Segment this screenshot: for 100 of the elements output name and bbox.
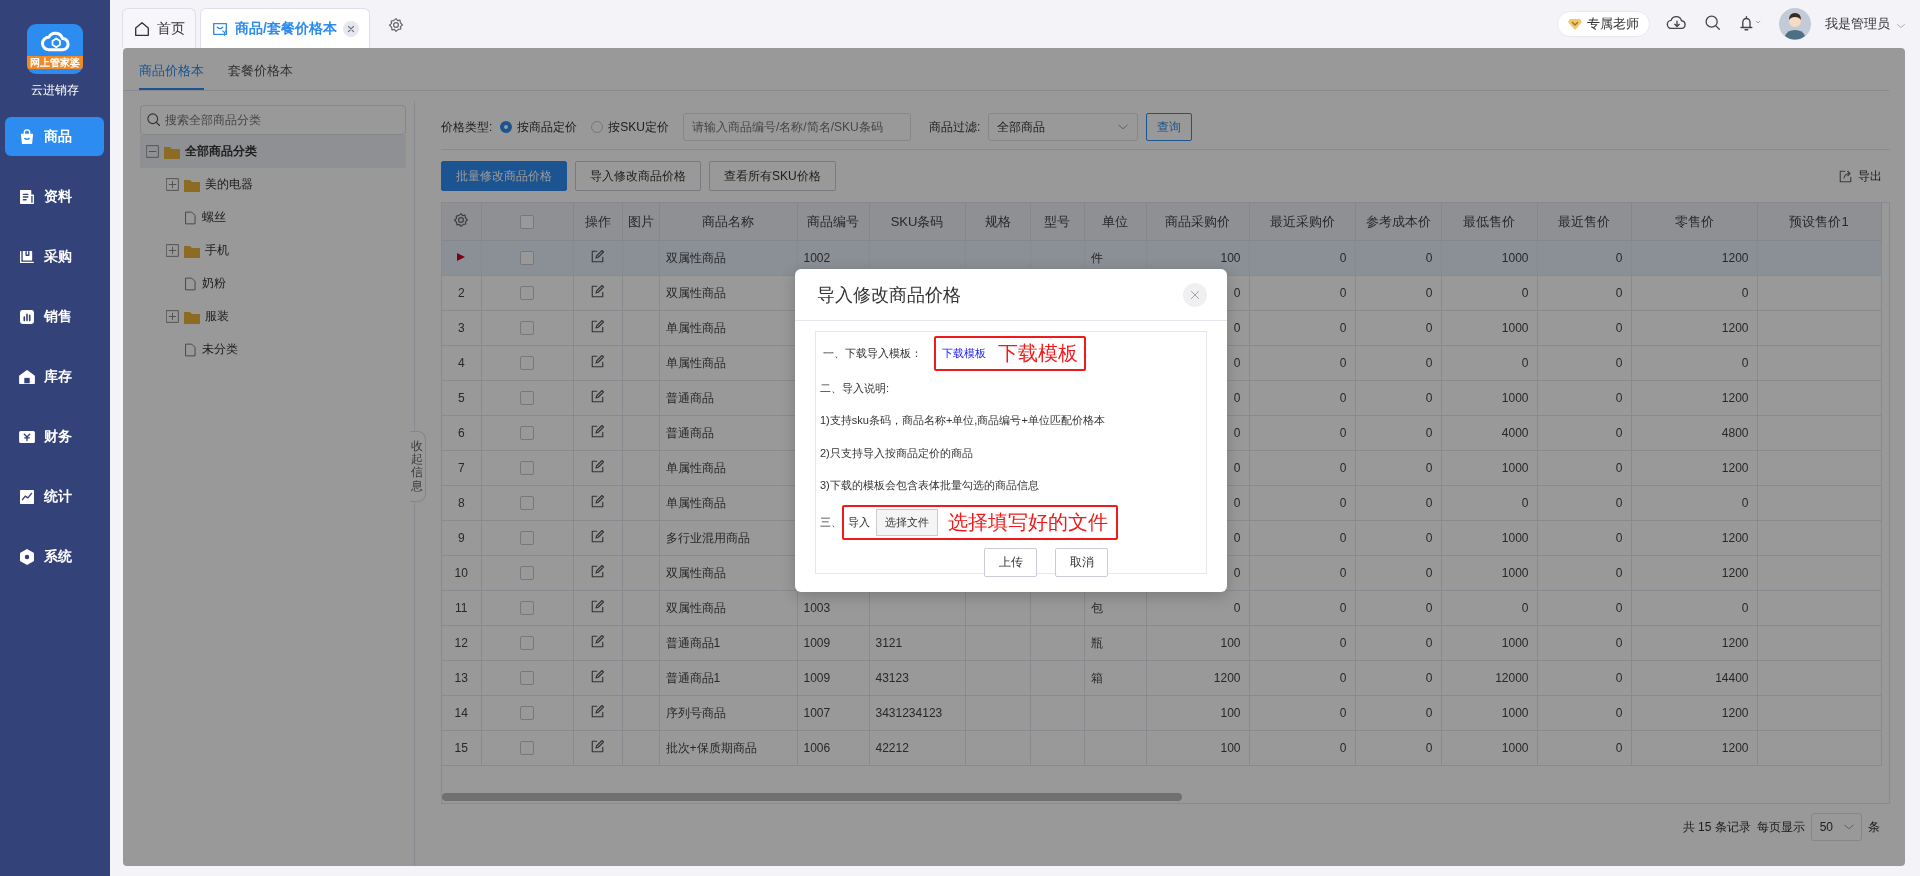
checkbox[interactable]	[520, 601, 534, 616]
edit-icon[interactable]	[590, 494, 605, 509]
nav-item[interactable]: 销售	[5, 297, 104, 336]
checkbox[interactable]	[520, 251, 534, 266]
file-icon	[184, 276, 197, 291]
table-cell: 1000	[1441, 240, 1537, 276]
search-icon	[146, 112, 161, 127]
checkbox[interactable]	[520, 636, 534, 651]
expand-icon[interactable]	[166, 310, 179, 323]
edit-icon[interactable]	[590, 424, 605, 439]
checkbox[interactable]	[520, 215, 534, 230]
checkbox[interactable]	[520, 286, 534, 301]
page-tab[interactable]: 商品/套餐价格本	[200, 8, 370, 48]
tree-item[interactable]: 手机	[140, 234, 406, 267]
avatar	[1779, 8, 1811, 40]
collapse-icon[interactable]	[146, 145, 159, 158]
checkbox[interactable]	[520, 356, 534, 371]
table-cell: 0	[1249, 625, 1355, 661]
checkbox[interactable]	[520, 391, 534, 406]
checkbox[interactable]	[520, 566, 534, 581]
nav-item[interactable]: 商品	[5, 117, 104, 156]
table-cell: 100	[1146, 695, 1249, 731]
nav-item[interactable]: 财务	[5, 417, 104, 456]
expand-icon[interactable]	[166, 178, 179, 191]
radio-option[interactable]: 按SKU定价	[591, 118, 670, 136]
nav-item[interactable]: 库存	[5, 357, 104, 396]
tree-item[interactable]: 螺丝	[140, 201, 406, 234]
collapse-tab[interactable]: 收起信息	[410, 431, 426, 502]
edit-icon[interactable]	[590, 669, 605, 684]
checkbox[interactable]	[520, 496, 534, 511]
checkbox[interactable]	[520, 321, 534, 336]
checkbox[interactable]	[520, 531, 534, 546]
edit-icon[interactable]	[590, 249, 605, 264]
table-cell: 1200	[1631, 695, 1757, 731]
tree-item[interactable]: 服装	[140, 300, 406, 333]
close-icon[interactable]	[342, 20, 359, 37]
checkbox[interactable]	[520, 741, 534, 756]
dialog-button[interactable]: 上传	[984, 548, 1037, 577]
edit-icon[interactable]	[590, 459, 605, 474]
checkbox[interactable]	[520, 461, 534, 476]
table-cell: 1000	[1441, 380, 1537, 416]
action-button[interactable]: 查看所有SKU价格	[709, 161, 836, 191]
edit-icon[interactable]	[590, 319, 605, 334]
table-cell: 1200	[1631, 380, 1757, 416]
row-number: 12	[442, 625, 481, 661]
sub-tab[interactable]: 套餐价格本	[228, 62, 293, 90]
table-cell: 0	[1249, 450, 1355, 486]
table-cell: 0	[1631, 590, 1757, 626]
folder-icon	[184, 309, 200, 324]
tree-item[interactable]: 奶粉	[140, 267, 406, 300]
edit-icon[interactable]	[590, 634, 605, 649]
table-cell: 0	[1355, 345, 1441, 381]
tree-item[interactable]: 未分类	[140, 333, 406, 366]
edit-icon[interactable]	[590, 704, 605, 719]
row-number: 2	[442, 275, 481, 311]
checkbox[interactable]	[520, 706, 534, 721]
export-button[interactable]: 导出	[1838, 167, 1882, 185]
edit-icon[interactable]	[590, 564, 605, 579]
search-field[interactable]: 请输入商品编号/名称/简名/SKU条码	[683, 113, 912, 141]
table-cell: 0	[1355, 485, 1441, 521]
edit-icon[interactable]	[590, 739, 605, 754]
nav-item[interactable]: 系统	[5, 537, 104, 576]
table-cell: 0	[1249, 240, 1355, 276]
edit-icon[interactable]	[590, 389, 605, 404]
product-filter-select[interactable]: 全部商品	[988, 113, 1139, 141]
nav-item[interactable]: 资料	[5, 177, 104, 216]
file-button[interactable]: 选择文件	[876, 508, 938, 536]
user-menu[interactable]: 我是管理员	[1825, 15, 1890, 33]
edit-icon[interactable]	[590, 529, 605, 544]
settings-icon[interactable]	[453, 212, 470, 228]
edit-icon[interactable]	[590, 354, 605, 369]
expand-icon[interactable]	[166, 244, 179, 257]
table-cell: 0	[1355, 520, 1441, 556]
dialog-button[interactable]: 取消	[1055, 548, 1108, 577]
checkbox[interactable]	[520, 671, 534, 686]
edit-icon[interactable]	[590, 284, 605, 299]
nav-item[interactable]: 统计	[5, 477, 104, 516]
table-cell: 0	[1537, 660, 1631, 696]
radio-option[interactable]: 按商品定价	[500, 118, 578, 136]
nav-item[interactable]: 采购	[5, 237, 104, 276]
table-cell: 0	[1249, 310, 1355, 346]
column-header: 最近售价	[1537, 203, 1631, 241]
search-field[interactable]: 搜索全部商品分类	[140, 105, 406, 135]
record-count: 共 15 条记录	[1682, 818, 1751, 836]
table-cell: 1009	[797, 625, 869, 661]
download-link[interactable]: 下载模板	[942, 345, 986, 361]
table-cell: 1000	[1441, 555, 1537, 591]
close-icon[interactable]	[1183, 282, 1207, 307]
table-cell: 0	[1537, 625, 1631, 661]
checkbox[interactable]	[520, 426, 534, 441]
action-button[interactable]: 导入修改商品价格	[575, 161, 701, 191]
edit-icon[interactable]	[590, 599, 605, 614]
page-tab[interactable]: 首页	[122, 8, 196, 48]
scrollbar[interactable]	[442, 793, 1182, 801]
folder-icon	[164, 144, 180, 159]
teacher-button[interactable]: 专属老师	[1557, 11, 1650, 37]
tree-item[interactable]: 全部商品分类	[140, 135, 406, 168]
tree-item[interactable]: 美的电器	[140, 168, 406, 201]
page-size-select[interactable]: 50	[1810, 813, 1862, 841]
column-header: 型号	[1030, 203, 1084, 241]
